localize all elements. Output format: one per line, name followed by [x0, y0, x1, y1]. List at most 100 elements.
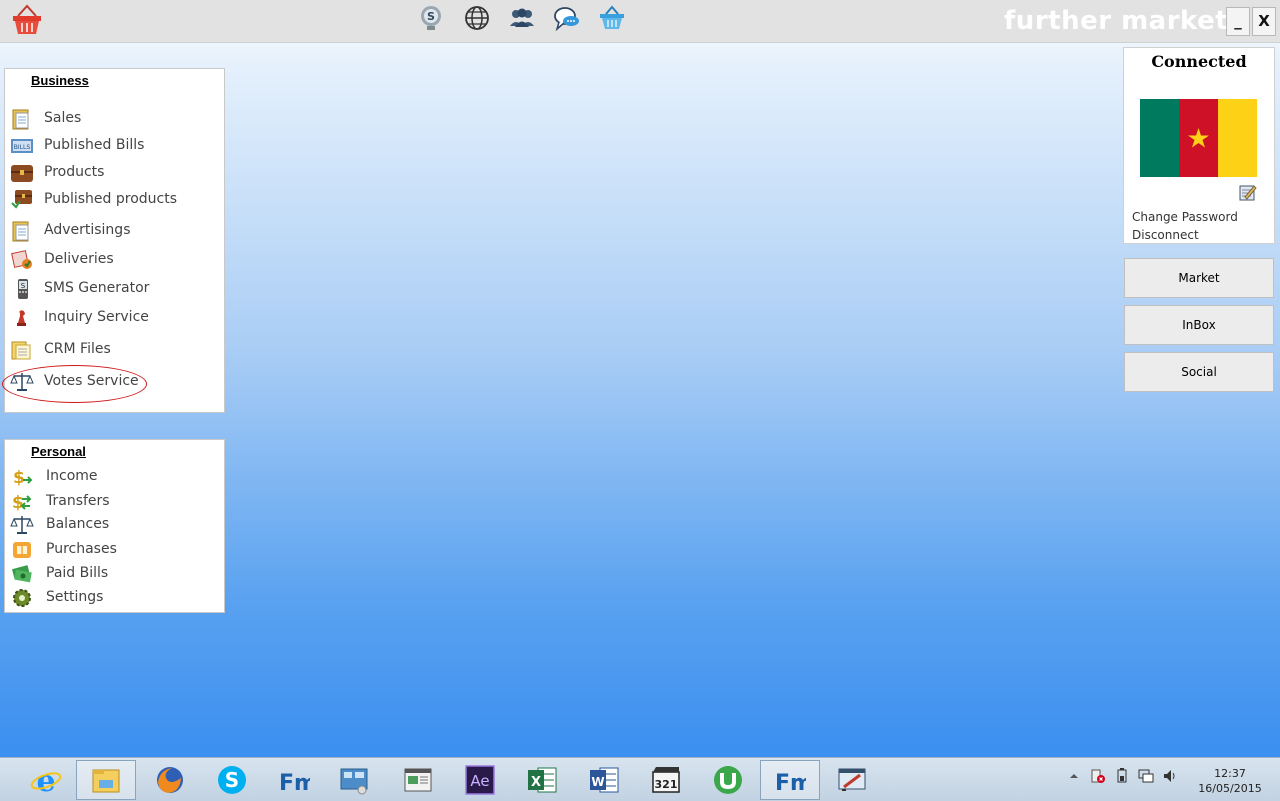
menu-item-label: Balances: [46, 516, 110, 532]
taskbar-excel[interactable]: X: [512, 760, 572, 800]
delivery-icon: [11, 250, 32, 269]
skype-icon: S: [218, 766, 246, 794]
action-center-icon[interactable]: [1090, 768, 1106, 784]
market-button[interactable]: Market: [1124, 258, 1274, 298]
menu-item-deliveries[interactable]: Deliveries: [5, 247, 224, 273]
window-app-icon: [404, 768, 432, 792]
menu-item-sales[interactable]: Sales: [5, 106, 224, 132]
cameroon-flag-icon: [1140, 99, 1257, 177]
brand-title: further market: [1004, 6, 1229, 36]
volume-icon[interactable]: [1162, 768, 1178, 784]
svg-text:S: S: [225, 768, 239, 792]
taskbar-fm-app[interactable]: Fm: [264, 760, 324, 800]
personal-panel: Personal $ Income $ Transfers Balances P…: [4, 439, 225, 613]
money-icon: [11, 565, 32, 583]
menu-item-label: Products: [44, 164, 105, 180]
svg-text:BILLS: BILLS: [14, 144, 31, 151]
fm-app-icon: Fm: [775, 771, 806, 796]
close-button[interactable]: X: [1252, 7, 1276, 36]
taskbar-control-panel[interactable]: [324, 760, 384, 800]
after-effects-icon: Ae: [465, 765, 495, 795]
taskbar-paint-app[interactable]: [822, 760, 882, 800]
menu-item-label: SMS Generator: [44, 280, 150, 296]
menu-item-purchases[interactable]: Purchases: [5, 537, 224, 563]
users-icon[interactable]: [508, 4, 536, 32]
menu-item-advertisings[interactable]: Advertisings: [5, 218, 224, 244]
menu-item-settings[interactable]: Settings: [5, 585, 224, 611]
dollar-in-icon: $: [13, 468, 33, 488]
menu-item-products[interactable]: Products: [5, 160, 224, 186]
taskbar-window-app[interactable]: [388, 760, 448, 800]
word-icon: W: [590, 767, 619, 793]
taskbar-firefox[interactable]: [140, 760, 200, 800]
menu-item-paid-bills[interactable]: Paid Bills: [5, 561, 224, 587]
ae-label: Ae: [470, 772, 489, 790]
menu-item-label: Deliveries: [44, 251, 114, 267]
clock-time: 12:37: [1214, 767, 1246, 780]
menu-item-label: CRM Files: [44, 341, 111, 357]
fm-label: Fm: [775, 771, 806, 796]
svg-text:S: S: [427, 10, 435, 23]
menu-item-label: Published products: [44, 191, 177, 207]
taskbar-fm-app-active[interactable]: Fm: [760, 760, 820, 800]
taskbar-word[interactable]: W: [574, 760, 634, 800]
inbox-button[interactable]: InBox: [1124, 305, 1274, 345]
cart-icon: [13, 542, 31, 558]
fm-app-icon: Fm: [279, 771, 310, 796]
connection-status: Connected: [1151, 52, 1247, 71]
svg-text:$: $: [12, 493, 24, 513]
taskbar-file-explorer[interactable]: [76, 760, 136, 800]
change-password-link[interactable]: Change Password: [1132, 210, 1238, 224]
file-explorer-icon: [92, 769, 120, 793]
taskbar-utorrent[interactable]: [698, 760, 758, 800]
taskbar-skype[interactable]: S: [202, 760, 262, 800]
disconnect-link[interactable]: Disconnect: [1132, 228, 1199, 242]
scales-icon: [10, 516, 34, 534]
clock[interactable]: 12:37 16/05/2015: [1190, 766, 1270, 796]
paint-app-icon: [838, 768, 866, 791]
menu-item-label: Sales: [44, 110, 82, 126]
edit-icon[interactable]: [1239, 183, 1257, 201]
clock-date: 16/05/2015: [1198, 782, 1262, 795]
firefox-icon: [157, 767, 183, 793]
clipboard-icon: [12, 109, 29, 130]
menu-item-sms-generator[interactable]: S SMS Generator: [5, 276, 224, 302]
top-bar: S further market _ X: [0, 0, 1280, 43]
chest-publish-icon: [11, 190, 32, 209]
menu-item-label: Inquiry Service: [44, 309, 149, 325]
svg-text:e: e: [36, 764, 55, 796]
business-title: Business: [31, 73, 89, 88]
menu-item-inquiry-service[interactable]: Inquiry Service: [5, 305, 224, 331]
connection-panel: Connected Change Password Disconnect: [1123, 47, 1275, 244]
menu-item-income[interactable]: $ Income: [5, 464, 224, 490]
menu-item-published-products[interactable]: Published products: [5, 187, 224, 213]
taskbar-internet-explorer[interactable]: e: [16, 760, 76, 800]
svg-text:321: 321: [655, 778, 678, 791]
menu-item-crm-files[interactable]: CRM Files: [5, 337, 224, 363]
basket-logo-icon[interactable]: [10, 4, 44, 36]
social-button[interactable]: Social: [1124, 352, 1274, 392]
tray-expand-icon[interactable]: [1066, 768, 1082, 784]
network-icon[interactable]: [1138, 768, 1154, 784]
personal-title: Personal: [31, 444, 86, 459]
internet-explorer-icon: e: [30, 764, 62, 796]
chat-icon[interactable]: [553, 4, 581, 32]
svg-text:X: X: [531, 775, 541, 790]
gear-icon: [13, 589, 31, 607]
control-panel-icon: [340, 768, 368, 795]
basket-icon[interactable]: [598, 4, 626, 32]
bills-icon: BILLS: [11, 139, 33, 153]
skype-bulb-icon[interactable]: S: [417, 4, 445, 32]
taskbar-after-effects[interactable]: Ae: [450, 760, 510, 800]
chest-icon: [11, 165, 33, 182]
menu-item-balances[interactable]: Balances: [5, 512, 224, 538]
power-icon[interactable]: [1114, 768, 1130, 784]
globe-icon[interactable]: [463, 4, 491, 32]
menu-item-label: Paid Bills: [46, 565, 109, 581]
menu-item-published-bills[interactable]: BILLS Published Bills: [5, 133, 224, 159]
media-player-icon: 321: [652, 767, 680, 793]
clipboard-icon: [12, 221, 29, 242]
excel-icon: X: [528, 767, 557, 793]
taskbar-media-player[interactable]: 321: [636, 760, 696, 800]
minimize-button[interactable]: _: [1226, 7, 1250, 36]
